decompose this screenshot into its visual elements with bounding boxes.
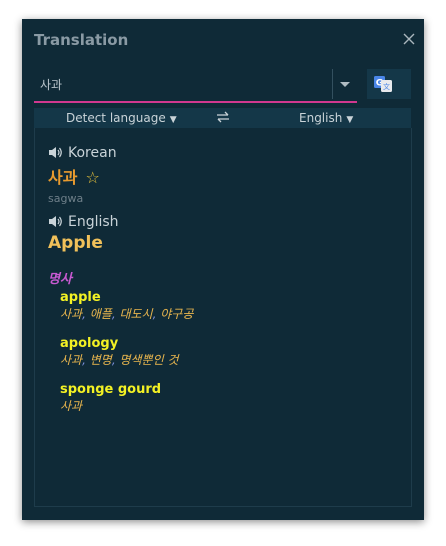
definition: 변명: [89, 353, 112, 367]
definition: 사과: [60, 399, 83, 413]
source-language-select[interactable]: Detect language ▼: [66, 111, 177, 125]
target-lang-row: English: [48, 211, 119, 232]
entry-word: apple: [60, 290, 101, 305]
target-language-select[interactable]: English ▼: [299, 111, 353, 125]
search-input[interactable]: [34, 69, 326, 99]
part-of-speech: 명사: [48, 268, 72, 287]
target-language-label: English: [299, 111, 343, 125]
search-field: [34, 69, 357, 103]
panel-title: Translation: [34, 31, 129, 49]
history-dropdown-button[interactable]: [332, 69, 356, 99]
entry-definitions: 사과: [60, 397, 161, 414]
romanization: sagwa: [48, 192, 84, 205]
speaker-icon[interactable]: [48, 144, 63, 163]
definition: 사과: [60, 307, 83, 321]
svg-text:文: 文: [383, 82, 390, 91]
speaker-icon[interactable]: [48, 213, 63, 232]
close-icon[interactable]: [402, 31, 416, 45]
entry-definitions: 사과, 변명, 명색뿐인 것: [60, 353, 179, 367]
definition: 사과: [60, 353, 83, 367]
target-word: Apple: [48, 233, 103, 253]
star-icon[interactable]: ☆: [85, 168, 99, 187]
definition: 명색뿐인 것: [119, 353, 179, 367]
definition: 야구공: [160, 307, 194, 321]
language-bar: Detect language ▼ English ▼: [34, 108, 411, 128]
translation-panel: Translation G 文 Detect language▼ English…: [22, 19, 424, 520]
part-of-speech-label: 명사: [48, 272, 72, 287]
source-word-row: 사과 ☆: [48, 164, 100, 188]
dictionary-entry: sponge gourd 사과: [60, 382, 161, 414]
dictionary-entry: apology 사과, 변명, 명색뿐인 것: [60, 336, 178, 368]
google-translate-icon: G 文: [374, 76, 392, 92]
source-word: 사과: [48, 168, 78, 187]
definition: 대도시: [119, 307, 153, 321]
dictionary-entry: apple 사과, 애플, 대도시, 야구공: [60, 290, 193, 322]
source-language-name: Korean: [68, 145, 117, 161]
definition: 애플: [89, 307, 112, 321]
entry-word: apology: [60, 336, 119, 351]
google-translate-button[interactable]: G 文: [367, 69, 411, 99]
target-language-name: English: [68, 214, 119, 230]
swap-icon[interactable]: [215, 110, 231, 127]
entry-word: sponge gourd: [60, 382, 162, 397]
chevron-down-icon: [340, 82, 350, 87]
results-area: Korean 사과 ☆ sagwa English Apple 명사 apple …: [34, 128, 412, 507]
source-language-label: Detect language: [66, 111, 166, 125]
source-lang-row: Korean: [48, 142, 117, 163]
entry-definitions: 사과, 애플, 대도시, 야구공: [60, 307, 194, 321]
target-word-text: Apple: [48, 233, 103, 253]
